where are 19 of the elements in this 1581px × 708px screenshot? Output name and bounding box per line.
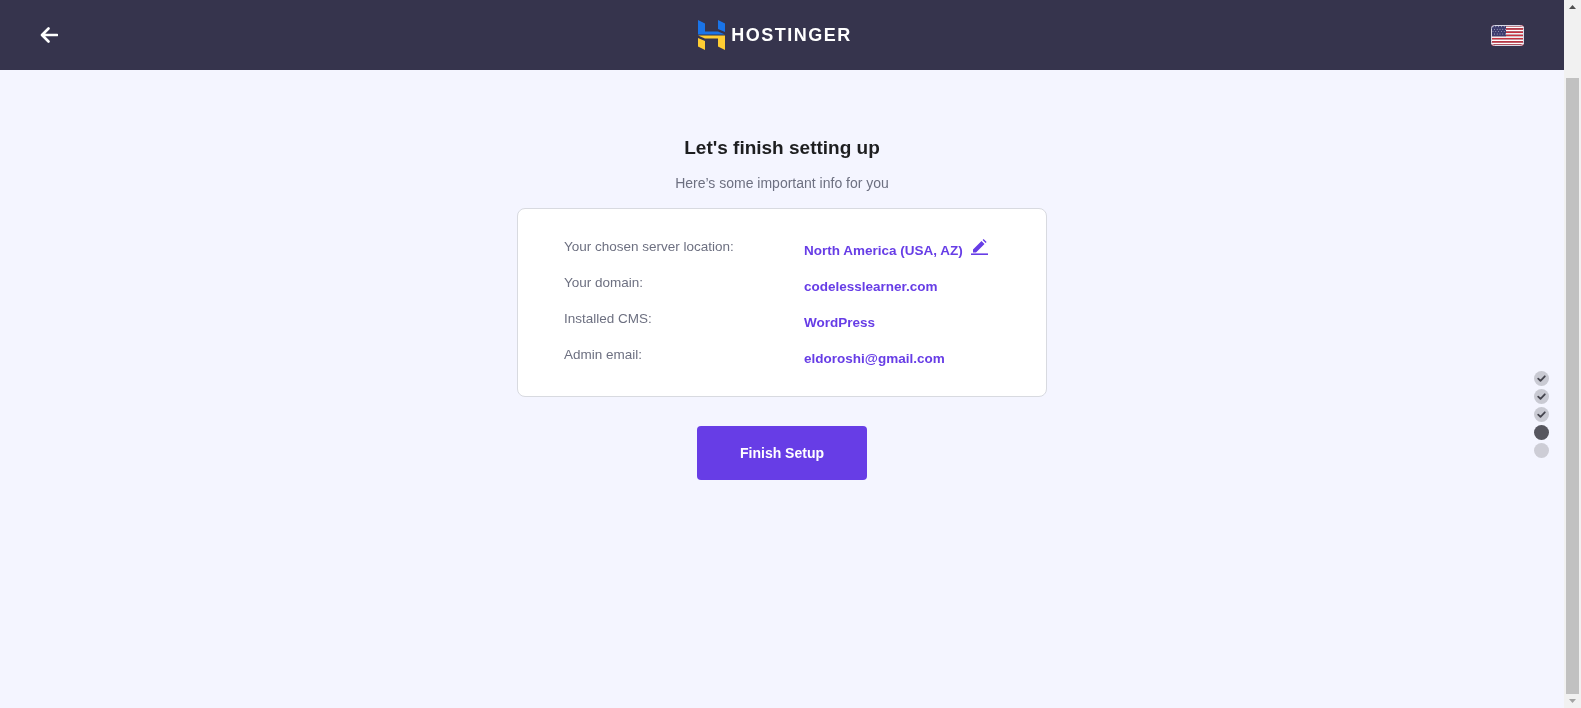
detail-label: Your chosen server location: — [564, 238, 735, 256]
flag-icon[interactable] — [1491, 24, 1524, 46]
page-subtitle: Here’s some important info for you — [675, 174, 889, 193]
back-button[interactable] — [40, 27, 58, 43]
detail-value: codelesslearner.com — [804, 278, 938, 296]
detail-value: North America (USA, AZ) — [804, 242, 963, 260]
scrollbar-thumb[interactable] — [1566, 78, 1579, 694]
pencil-icon[interactable] — [970, 237, 988, 255]
detail-label: Your domain: — [564, 274, 645, 292]
detail-label: Admin email: — [564, 346, 644, 364]
logo-icon — [698, 20, 726, 50]
detail-value: WordPress — [804, 314, 876, 332]
finish-setup-button[interactable]: Finish Setup — [697, 426, 867, 480]
logo-text: HOSTINGER — [731, 24, 852, 46]
scroll-up-icon[interactable] — [1569, 5, 1576, 9]
arrow-left-icon — [40, 27, 58, 43]
page-title: Let's finish setting up — [684, 136, 880, 160]
detail-value: eldoroshi@gmail.com — [804, 350, 945, 368]
detail-label: Installed CMS: — [564, 310, 653, 328]
